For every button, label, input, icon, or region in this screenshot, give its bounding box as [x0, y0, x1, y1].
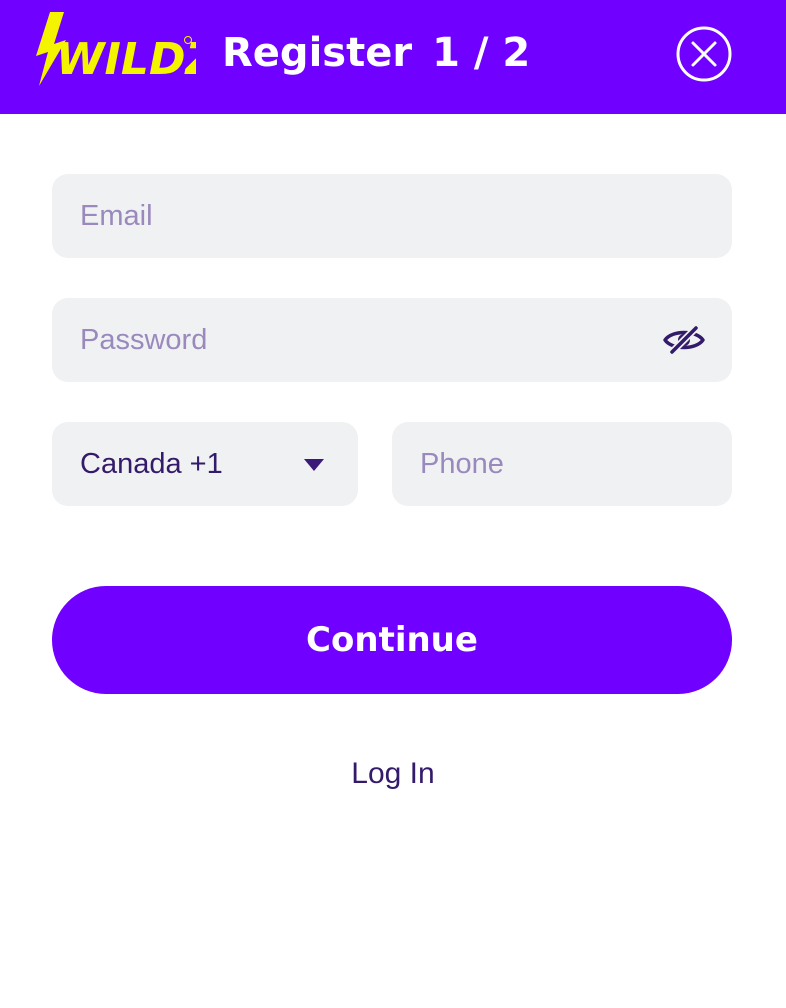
register-modal: WILDZ Register 1 / 2 [0, 0, 786, 1008]
password-input[interactable] [52, 298, 732, 382]
password-field-container [52, 298, 732, 382]
logo-wordmark: WILDZ [56, 34, 196, 85]
login-link[interactable]: Log In [0, 752, 786, 796]
close-icon [676, 26, 732, 82]
continue-button[interactable]: Continue [52, 586, 732, 694]
password-visibility-toggle[interactable] [662, 322, 706, 358]
title-text: Register [222, 30, 413, 76]
close-button[interactable] [676, 26, 732, 82]
email-field-container [52, 174, 732, 258]
country-code-select[interactable]: Canada +1 [52, 422, 358, 506]
page-title: Register 1 / 2 [222, 28, 530, 78]
email-input[interactable] [52, 174, 732, 258]
phone-input[interactable] [392, 422, 732, 506]
step-indicator: 1 / 2 [432, 30, 531, 76]
caret-down-icon [304, 459, 324, 471]
phone-field-container [392, 422, 732, 506]
header-bar: WILDZ Register 1 / 2 [0, 0, 786, 114]
wildz-logo: WILDZ [30, 10, 196, 88]
country-code-value: Canada +1 [80, 448, 223, 480]
eye-off-icon [663, 325, 705, 355]
